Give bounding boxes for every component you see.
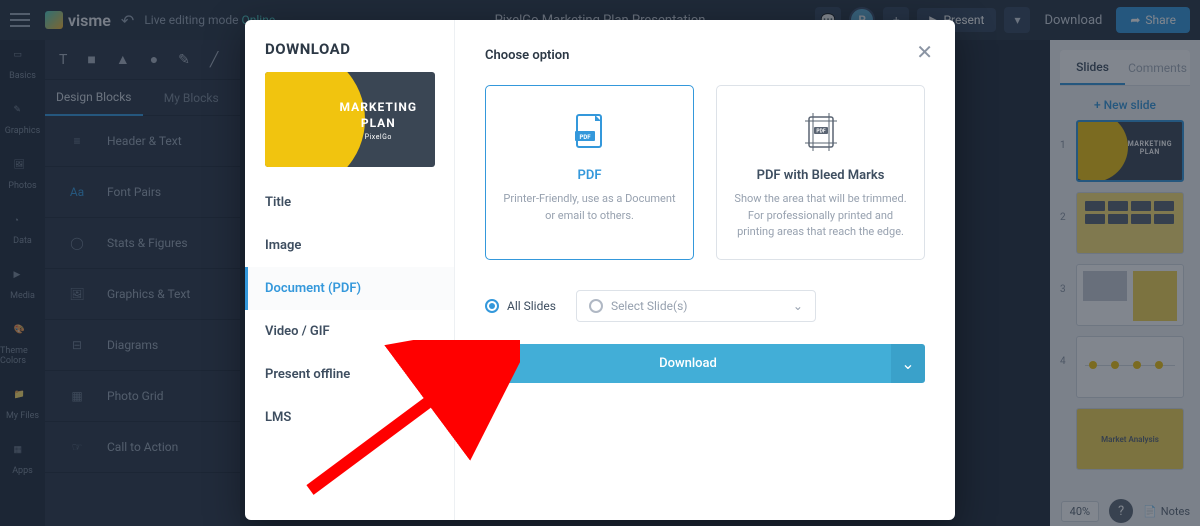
modal-nav-present-offline[interactable]: Present offline	[245, 353, 454, 396]
modal-preview-thumb: MARKETINGPLANPixelGo	[265, 72, 435, 167]
svg-text:PDF: PDF	[579, 134, 591, 141]
modal-nav-document-pdf[interactable]: Document (PDF)	[245, 267, 454, 310]
modal-nav-video-gif[interactable]: Video / GIF	[245, 310, 454, 353]
close-icon[interactable]: ✕	[916, 40, 933, 64]
modal-nav-image[interactable]: Image	[245, 224, 454, 267]
download-dropdown-icon[interactable]: ⌄	[891, 344, 925, 383]
select-slides-dropdown[interactable]: Select Slide(s)⌄	[576, 290, 816, 322]
download-modal: DOWNLOAD MARKETINGPLANPixelGo Title Imag…	[245, 20, 955, 520]
choose-option-label: Choose option	[485, 48, 925, 63]
chevron-down-icon: ⌄	[793, 299, 803, 313]
pdf-bleed-icon: PDF	[733, 112, 908, 152]
modal-nav-lms[interactable]: LMS	[245, 396, 454, 439]
option-bleed-title: PDF with Bleed Marks	[733, 168, 908, 183]
option-pdf-desc: Printer-Friendly, use as a Document or e…	[502, 191, 677, 224]
download-button[interactable]: Download	[485, 344, 891, 383]
option-pdf-bleed[interactable]: PDF PDF with Bleed Marks Show the area t…	[716, 85, 925, 260]
radio-on-icon	[485, 299, 499, 313]
option-bleed-desc: Show the area that will be trimmed. For …	[733, 191, 908, 241]
radio-all-slides[interactable]: All Slides	[485, 299, 556, 313]
option-pdf[interactable]: PDF PDF Printer-Friendly, use as a Docum…	[485, 85, 694, 260]
svg-text:PDF: PDF	[816, 129, 825, 135]
option-pdf-title: PDF	[502, 168, 677, 183]
modal-title: DOWNLOAD	[245, 20, 454, 72]
modal-nav-title[interactable]: Title	[245, 181, 454, 224]
pdf-icon: PDF	[502, 112, 677, 152]
radio-off-icon	[589, 299, 603, 313]
